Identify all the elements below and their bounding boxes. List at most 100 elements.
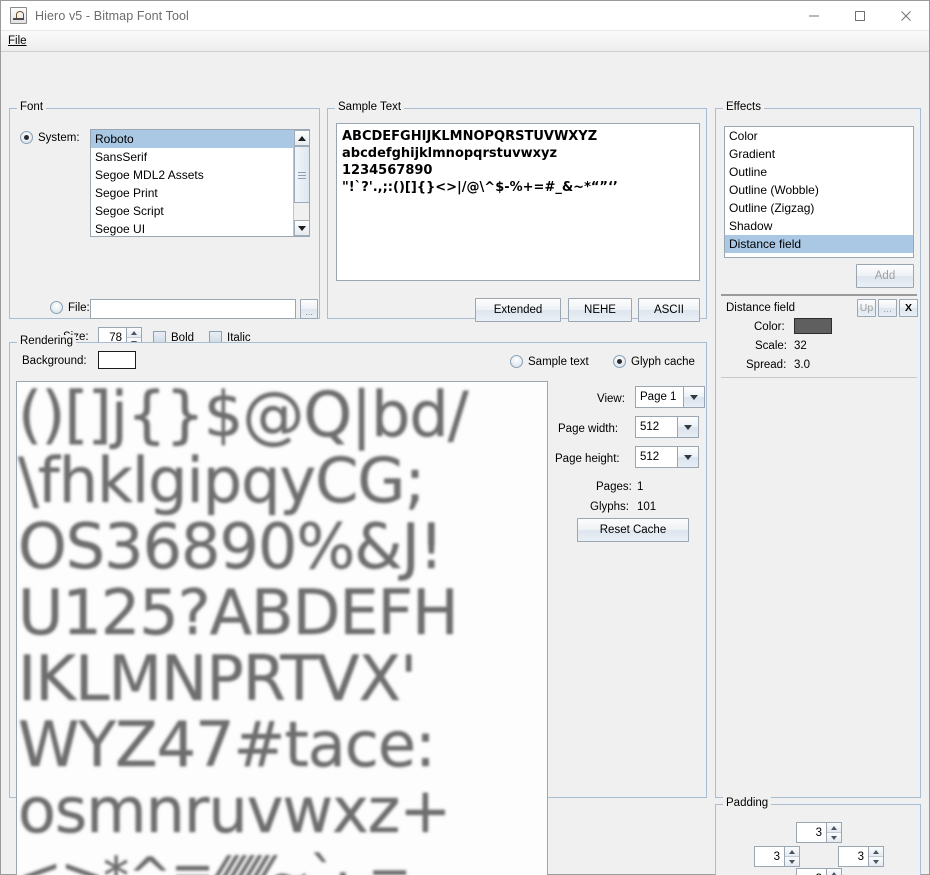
padding-top-decrement-icon[interactable] [827, 833, 841, 842]
padding-right-stepper[interactable]: 3 [838, 846, 884, 867]
effects-panel: Effects Color Gradient Outline Outline (… [715, 108, 921, 798]
glyph-row: <>*^≡⁄⁄⁄⁄⁄⁄⁄~`·-= [17, 844, 547, 875]
view-label: View: [597, 393, 625, 405]
glyph-cache-canvas[interactable]: ()[]j{}$@Q|bd/ \fhklgipqyCG; OS36890%&J!… [16, 381, 548, 875]
effects-list[interactable]: Color Gradient Outline Outline (Wobble) … [724, 126, 914, 258]
file-radio[interactable] [50, 301, 63, 314]
file-radio-row[interactable]: File: [50, 301, 90, 314]
page-width-label: Page width: [558, 423, 618, 435]
effect-props-title: Distance field [726, 302, 795, 314]
list-item[interactable]: SansSerif [91, 148, 309, 166]
font-file-input[interactable] [90, 299, 296, 319]
scroll-down-icon[interactable] [294, 220, 310, 236]
system-radio-row[interactable]: System: [20, 131, 80, 144]
effect-spread-value[interactable]: 3.0 [794, 359, 810, 371]
font-list-scrollbar[interactable] [293, 130, 309, 236]
font-panel-title: Font [17, 101, 46, 113]
page-height-select[interactable]: 512 [635, 446, 699, 468]
effect-props-divider [721, 377, 917, 378]
list-item[interactable]: Color [725, 127, 913, 145]
pages-label: Pages: [596, 481, 632, 493]
list-item[interactable]: Segoe MDL2 Assets [91, 166, 309, 184]
glyph-row: ()[]j{}$@Q|bd/ [17, 382, 547, 448]
glyph-row: IKLMNPRTVX' [17, 646, 547, 712]
effect-scale-label: Scale: [755, 340, 787, 352]
title-bar: Hiero v5 - Bitmap Font Tool [1, 1, 929, 31]
sample-text-panel-title: Sample Text [335, 101, 404, 113]
add-effect-button[interactable]: Add [856, 264, 914, 288]
padding-top-value[interactable]: 3 [797, 823, 826, 842]
chevron-down-icon[interactable] [677, 447, 698, 467]
glyph-row: \fhklgipqyCG; [17, 448, 547, 514]
padding-right-decrement-icon[interactable] [869, 857, 883, 866]
sample-text-view-row[interactable]: Sample text [510, 355, 589, 368]
rendering-panel: Rendering Background: Sample text Glyph … [9, 342, 707, 798]
menu-item-file[interactable]: File [1, 34, 33, 48]
glyph-row: WYZ47#tace: [17, 712, 547, 778]
glyph-row: OS36890%&J! [17, 514, 547, 580]
effect-color-swatch[interactable] [794, 318, 832, 334]
background-color-swatch[interactable] [98, 351, 136, 369]
extended-button[interactable]: Extended [475, 298, 561, 322]
glyph-cache-radio[interactable] [613, 355, 626, 368]
browse-file-button[interactable]: ... [300, 299, 318, 319]
effects-separator [721, 294, 917, 296]
nehe-button[interactable]: NEHE [568, 298, 632, 322]
glyph-cache-view-row[interactable]: Glyph cache [613, 355, 695, 368]
list-item[interactable]: Distance field [725, 235, 913, 253]
system-radio-label: System: [38, 132, 80, 144]
ascii-button[interactable]: ASCII [638, 298, 700, 322]
effect-scale-value[interactable]: 32 [794, 340, 807, 352]
chevron-down-icon[interactable] [683, 387, 704, 407]
scroll-up-icon[interactable] [294, 130, 310, 146]
padding-top-increment-icon[interactable] [827, 823, 841, 833]
sample-line-2: abcdefghijklmnopqrstuvwxyz [342, 146, 557, 161]
page-height-label: Page height: [555, 453, 620, 465]
view-page-select[interactable]: Page 1 [635, 386, 705, 408]
sample-text-panel: Sample Text ABCDEFGHIJKLMNOPQRSTUVWXYZ a… [327, 108, 707, 319]
sample-text-input[interactable]: ABCDEFGHIJKLMNOPQRSTUVWXYZ abcdefghijklm… [336, 123, 700, 281]
padding-left-increment-icon[interactable] [785, 847, 799, 857]
list-item[interactable]: Outline (Wobble) [725, 181, 913, 199]
sample-line-1: ABCDEFGHIJKLMNOPQRSTUVWXYZ [342, 129, 597, 144]
close-icon[interactable] [883, 1, 929, 31]
effects-panel-title: Effects [723, 101, 764, 113]
list-item[interactable]: Shadow [725, 217, 913, 235]
page-width-value: 512 [636, 417, 677, 437]
system-font-list[interactable]: Roboto SansSerif Segoe MDL2 Assets Segoe… [90, 129, 310, 237]
padding-left-value[interactable]: 3 [755, 847, 784, 866]
scroll-thumb[interactable] [294, 146, 310, 203]
sample-text-radio[interactable] [510, 355, 523, 368]
padding-left-decrement-icon[interactable] [785, 857, 799, 866]
list-item[interactable]: Segoe Print [91, 184, 309, 202]
padding-right-increment-icon[interactable] [869, 847, 883, 857]
list-item[interactable]: Segoe UI [91, 220, 309, 237]
system-radio[interactable] [20, 131, 33, 144]
padding-bottom-increment-icon[interactable] [827, 869, 841, 875]
list-item[interactable]: Gradient [725, 145, 913, 163]
minimize-icon[interactable] [791, 1, 837, 31]
list-item[interactable]: Outline [725, 163, 913, 181]
background-label: Background: [22, 355, 87, 367]
padding-left-stepper[interactable]: 3 [754, 846, 800, 867]
list-item[interactable]: Outline (Zigzag) [725, 199, 913, 217]
effect-remove-button[interactable]: X [899, 299, 918, 317]
window-title: Hiero v5 - Bitmap Font Tool [35, 9, 189, 23]
padding-top-stepper[interactable]: 3 [796, 822, 842, 843]
main-body: Font System: Roboto SansSerif Segoe MDL2… [1, 52, 929, 874]
effect-options-button[interactable]: ... [878, 299, 897, 317]
size-increment-icon[interactable] [127, 328, 141, 338]
font-panel: Font System: Roboto SansSerif Segoe MDL2… [9, 108, 320, 319]
chevron-down-icon[interactable] [677, 417, 698, 437]
padding-right-value[interactable]: 3 [839, 847, 868, 866]
effect-move-up-button[interactable]: Up [857, 299, 876, 317]
page-width-select[interactable]: 512 [635, 416, 699, 438]
padding-bottom-value[interactable]: 3 [797, 869, 826, 875]
app-window: Hiero v5 - Bitmap Font Tool File Font Sy… [0, 0, 930, 875]
list-item[interactable]: Roboto [91, 130, 309, 148]
sample-text-view-label: Sample text [528, 356, 589, 368]
list-item[interactable]: Segoe Script [91, 202, 309, 220]
padding-bottom-stepper[interactable]: 3 [796, 868, 842, 875]
reset-cache-button[interactable]: Reset Cache [577, 518, 689, 542]
maximize-icon[interactable] [837, 1, 883, 31]
